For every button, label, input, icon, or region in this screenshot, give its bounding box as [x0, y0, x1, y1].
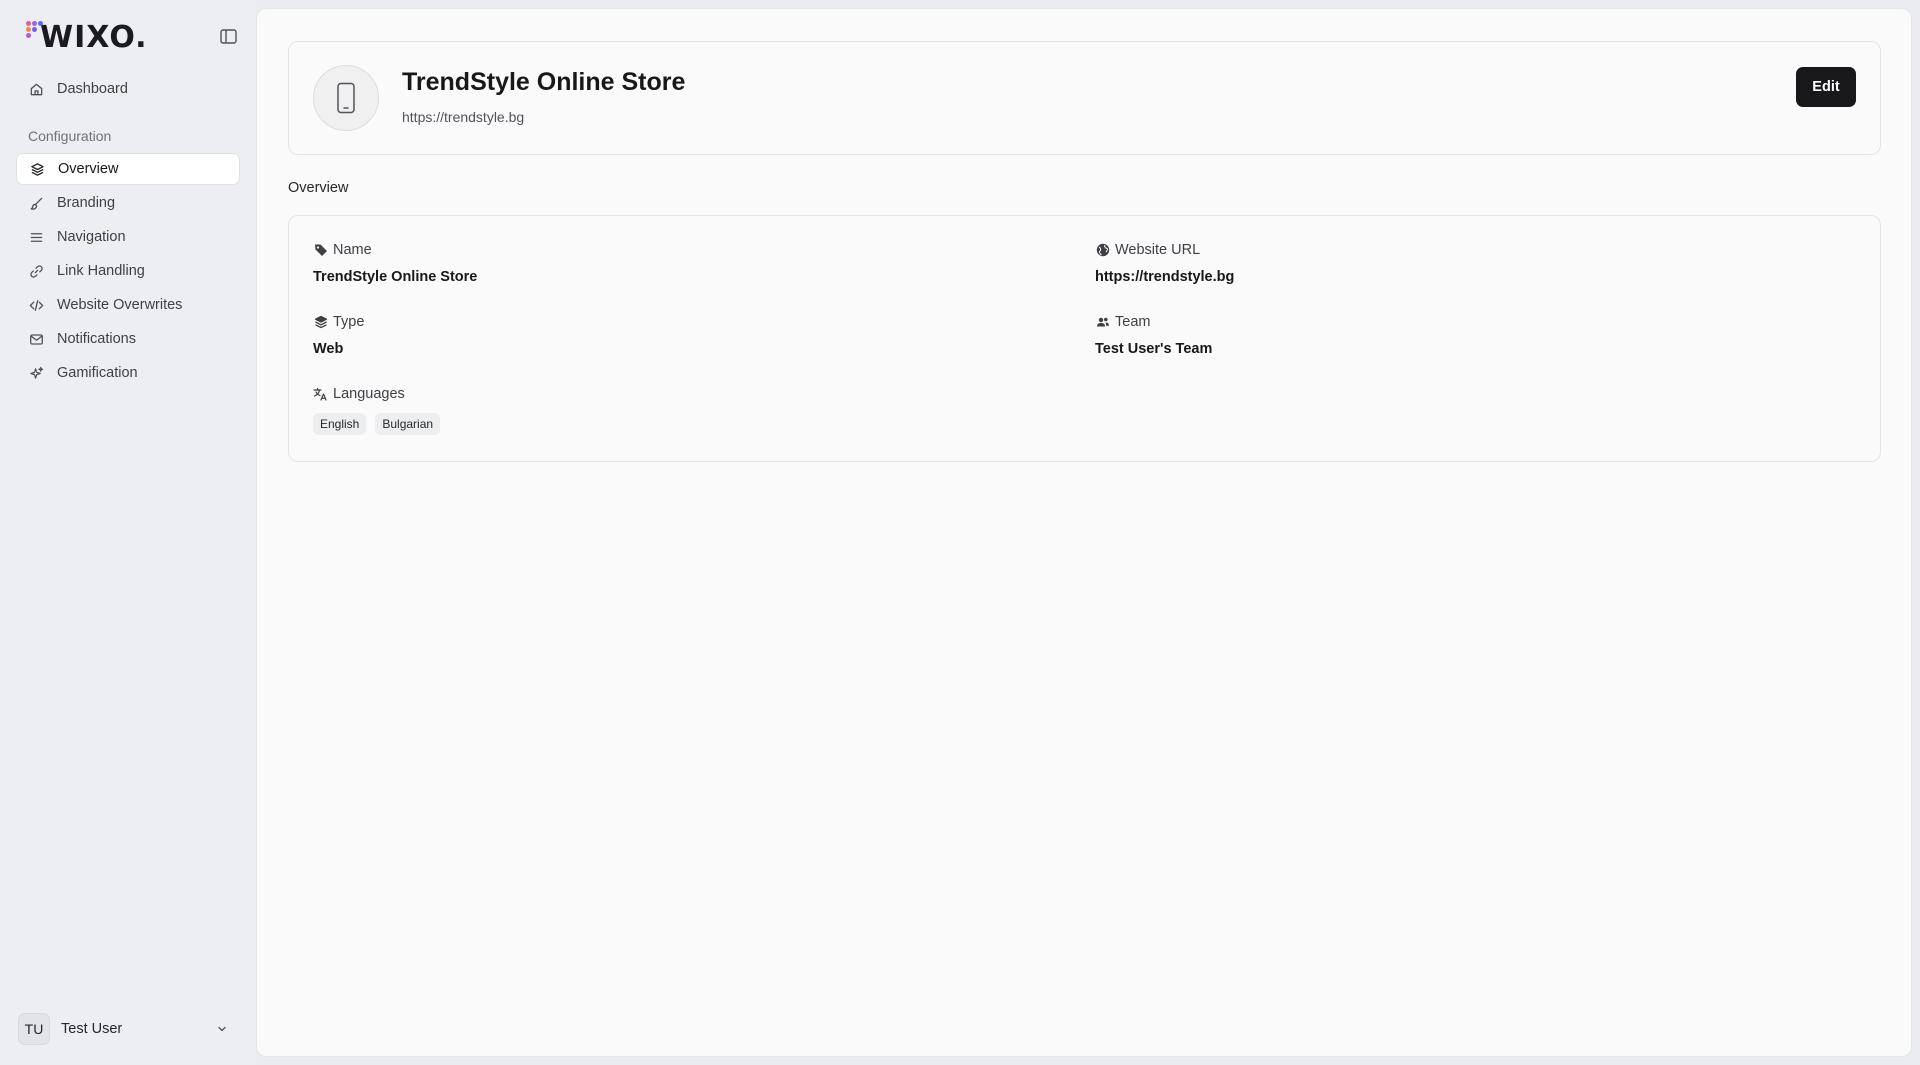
sidebar-item-website-overwrites[interactable]: Website Overwrites: [16, 289, 240, 321]
field-name: Name TrendStyle Online Store: [313, 241, 477, 285]
field-value: Test User's Team: [1095, 341, 1213, 357]
field-label: Website URL: [1115, 242, 1201, 258]
field-website-url: Website URL https://trendstyle.bg: [1095, 241, 1234, 285]
app-url: https://trendstyle.bg: [402, 109, 525, 125]
layers-icon: [313, 315, 328, 330]
brand-logo[interactable]: WIXO.: [26, 18, 148, 56]
tag-icon: [313, 243, 328, 258]
translate-icon: [313, 387, 328, 402]
link-icon: [28, 263, 44, 279]
field-team: Team Test User's Team: [1095, 313, 1212, 357]
sidebar: WIXO. Dashboard Configuration Overview B…: [0, 0, 256, 1065]
users-icon: [1095, 315, 1110, 330]
app-root: WIXO. Dashboard Configuration Overview B…: [0, 0, 1920, 1065]
sidebar-toggle-icon[interactable]: [216, 26, 240, 46]
mail-icon: [28, 331, 44, 347]
sidebar-item-notifications[interactable]: Notifications: [16, 323, 240, 355]
user-menu-button[interactable]: TU Test User: [18, 1013, 230, 1045]
section-title-overview: Overview: [288, 180, 349, 196]
smartphone-icon: [313, 65, 379, 131]
nav-section-label: Configuration: [28, 128, 112, 144]
sidebar-item-gamification[interactable]: Gamification: [16, 357, 240, 389]
sidebar-item-label: Branding: [57, 195, 116, 211]
field-label: Languages: [333, 386, 405, 402]
field-value: Web: [313, 341, 344, 357]
brand-name: WIXO.: [40, 19, 148, 55]
sidebar-item-overview[interactable]: Overview: [16, 153, 240, 185]
language-tag: Bulgarian: [375, 413, 441, 435]
chevron-down-icon: [214, 1023, 230, 1035]
field-value[interactable]: https://trendstyle.bg: [1095, 269, 1234, 285]
edit-button[interactable]: Edit: [1796, 67, 1856, 107]
field-label: Name: [333, 242, 372, 258]
menu-icon: [28, 229, 44, 245]
field-value: TrendStyle Online Store: [313, 269, 478, 285]
field-label: Team: [1115, 314, 1151, 330]
sidebar-item-label: Dashboard: [57, 81, 128, 97]
sidebar-item-dashboard[interactable]: Dashboard: [16, 73, 240, 105]
field-languages: Languages English Bulgarian: [313, 385, 449, 435]
home-icon: [28, 81, 44, 97]
globe-icon: [1095, 243, 1110, 258]
sidebar-item-label: Gamification: [57, 365, 138, 381]
field-label: Type: [333, 314, 365, 330]
field-type: Type Web: [313, 313, 364, 357]
language-tag: English: [313, 413, 367, 435]
overview-card: Name TrendStyle Online Store Website URL…: [288, 215, 1881, 462]
sidebar-item-branding[interactable]: Branding: [16, 187, 240, 219]
sidebar-item-label: Navigation: [57, 229, 126, 245]
sidebar-item-label: Link Handling: [57, 263, 145, 279]
user-name: Test User: [61, 1021, 123, 1037]
layers-icon: [29, 161, 45, 177]
main-content: TrendStyle Online Store https://trendsty…: [256, 8, 1912, 1057]
sidebar-item-label: Notifications: [57, 331, 136, 347]
page-title: TrendStyle Online Store: [402, 68, 686, 96]
brush-icon: [28, 195, 44, 211]
sidebar-item-link-handling[interactable]: Link Handling: [16, 255, 240, 287]
languages-list: English Bulgarian: [313, 413, 449, 435]
avatar: TU: [18, 1013, 50, 1045]
sidebar-item-label: Overview: [58, 161, 119, 177]
code-icon: [28, 297, 44, 313]
sidebar-item-navigation[interactable]: Navigation: [16, 221, 240, 253]
sidebar-item-label: Website Overwrites: [57, 297, 183, 313]
sparkles-icon: [28, 365, 44, 381]
logo-dots-icon: [26, 19, 46, 55]
app-header-card: TrendStyle Online Store https://trendsty…: [288, 41, 1881, 155]
